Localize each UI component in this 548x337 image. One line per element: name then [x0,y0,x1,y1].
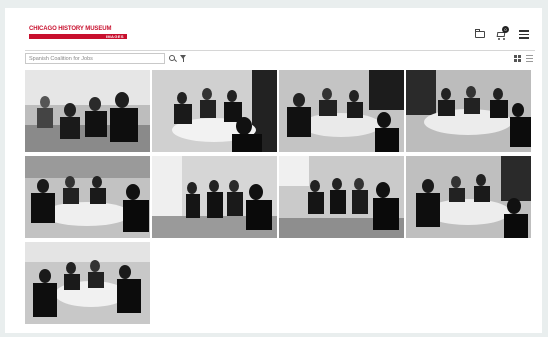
photo-thumbnail[interactable] [25,70,150,152]
photo-thumbnail[interactable] [406,70,531,152]
photo-thumbnail[interactable] [25,156,150,238]
list-view-icon[interactable] [526,55,533,62]
photo-thumbnail[interactable] [152,156,277,238]
filter-icon[interactable] [180,55,187,62]
search-bar [25,53,535,65]
photo-thumbnail[interactable] [406,156,531,238]
search-icon[interactable] [169,55,175,61]
cart-count-badge: 0 [502,26,509,33]
header: CHICAGO HISTORY MUSEUM IMAGES 0 [5,8,542,50]
logo-subtext: IMAGES [105,34,124,39]
photo-thumbnail[interactable] [279,156,404,238]
photo-thumbnail[interactable] [279,70,404,152]
logo-bar: IMAGES [29,34,127,39]
header-actions: 0 [474,26,530,40]
logo-text: CHICAGO HISTORY MUSEUM [29,26,112,32]
folder-icon[interactable] [474,28,486,40]
menu-icon[interactable] [518,28,530,40]
photo-thumbnail[interactable] [152,70,277,152]
photo-thumbnail[interactable] [25,242,150,324]
site-logo[interactable]: CHICAGO HISTORY MUSEUM IMAGES [29,26,129,42]
grid-view-icon[interactable] [514,55,521,62]
header-divider [25,50,535,51]
search-input[interactable] [25,53,165,64]
cart-icon[interactable]: 0 [496,26,509,40]
page: CHICAGO HISTORY MUSEUM IMAGES 0 [5,8,542,333]
